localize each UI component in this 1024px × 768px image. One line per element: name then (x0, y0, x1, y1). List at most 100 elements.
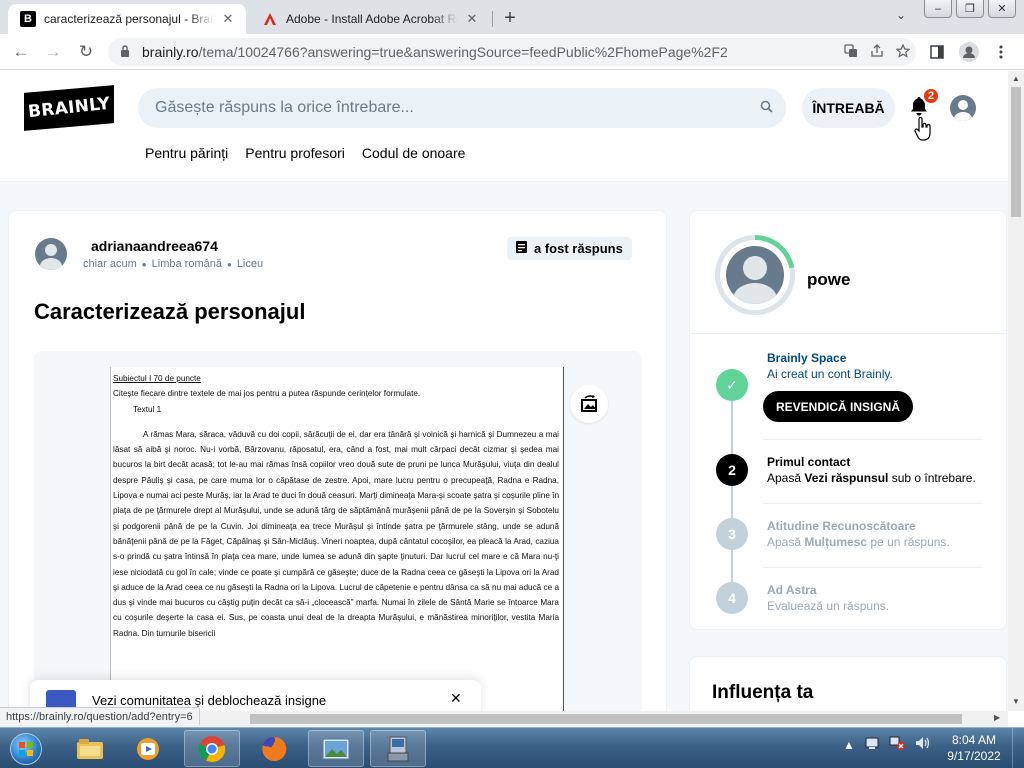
reload-button[interactable]: ↻ (75, 41, 97, 63)
profile-progress-ring (715, 235, 795, 315)
system-clock[interactable]: 8:04 AM 9/17/2022 (940, 732, 1008, 764)
profile-name[interactable]: powe (807, 270, 850, 290)
hand-cursor-icon (914, 116, 932, 147)
claim-badge-button[interactable]: REVENDICĂ INSIGNĂ (763, 391, 913, 422)
asker-username[interactable]: adrianaandreea674 (91, 238, 218, 254)
volume-icon[interactable] (915, 736, 931, 753)
step-title: Ad Astra (767, 583, 817, 597)
step-description: Apasă Vezi răspunsul sub o întrebare. (767, 471, 976, 485)
tray-app-icon[interactable] (865, 736, 879, 753)
toast-text[interactable]: Vezi comunitatea și deblochează insigne (92, 693, 326, 708)
question-level: Liceu (236, 258, 264, 270)
tab-title: Adobe - Install Adobe Acrobat Reader (286, 12, 458, 26)
meta-separator: ● (226, 259, 232, 269)
page-viewport: BRAINLY Găsește răspuns la orice întreba… (0, 71, 1008, 711)
tab-divider (492, 11, 493, 27)
answer-doc-icon (516, 241, 527, 256)
windows-taskbar: ▲ 8:04 AM 9/17/2022 (0, 727, 1024, 768)
desc-post: sub o întrebare. (888, 471, 976, 485)
window-controls: – ❐ ✕ (924, 0, 1016, 18)
step-title: Atitudine Recunoscătoare (767, 519, 916, 533)
scroll-right-arrow-icon[interactable]: ▶ (994, 713, 1000, 722)
asker-avatar[interactable] (35, 238, 67, 270)
side-panel-icon[interactable] (926, 41, 948, 63)
tab-close-icon[interactable]: ✕ (220, 11, 236, 27)
new-tab-button[interactable]: + (498, 6, 522, 30)
translate-icon[interactable] (838, 43, 864, 61)
logo-text: BRAINLY (26, 93, 111, 123)
adobe-favicon-icon (262, 11, 278, 27)
tab-brainly[interactable]: B caracterizează personajul - Brainly.ro… (8, 4, 246, 34)
step-description: Apasă Mulțumesc pe un răspuns. (767, 535, 950, 549)
step-number: 4 (716, 582, 748, 614)
search-bar[interactable]: Găsește răspuns la orice întrebare... (138, 88, 786, 128)
question-attachment[interactable]: Subiectul I 70 de puncte Citește fiecare… (34, 351, 642, 711)
brainly-logo[interactable]: BRAINLY (24, 85, 114, 131)
url-text[interactable]: brainly.ro/tema/10024766?answering=true&… (142, 44, 838, 60)
nav-link-parents[interactable]: Pentru părinți (145, 145, 228, 161)
toast-close-icon[interactable]: ✕ (450, 690, 462, 707)
desc-pre: Apasă (767, 535, 805, 549)
attachment-document: Subiectul I 70 de puncte Citește fiecare… (110, 367, 564, 711)
influence-title: Influența ta (712, 682, 814, 703)
tab-search-chevron-icon[interactable]: ⌄ (896, 8, 906, 22)
meta-separator: ● (141, 259, 147, 269)
nav-link-honor-code[interactable]: Codul de onoare (362, 145, 466, 161)
clock-time: 8:04 AM (951, 733, 997, 747)
chrome-taskbar-icon[interactable] (184, 730, 240, 767)
step-number: 2 (716, 454, 748, 486)
tab-adobe[interactable]: Adobe - Install Adobe Acrobat Reader ✕ (250, 4, 490, 34)
rotate-image-button[interactable] (570, 385, 608, 423)
brainly-favicon-icon: B (20, 11, 36, 27)
scroll-down-arrow-icon[interactable]: ▼ (1008, 697, 1024, 706)
card-divider (690, 333, 1008, 334)
notification-count-badge: 2 (922, 87, 940, 105)
firefox-icon[interactable] (246, 730, 302, 767)
back-button[interactable]: ← (10, 41, 32, 63)
step-title: Brainly Space (767, 351, 847, 365)
scrollbar-thumb[interactable] (250, 714, 962, 724)
share-icon[interactable] (864, 43, 890, 61)
url-host: brainly.ro (142, 44, 199, 60)
lock-icon[interactable] (120, 44, 134, 60)
browser-menu-icon[interactable] (990, 41, 1012, 63)
question-card: adrianaandreea674 chiar acum ● Limba rom… (8, 210, 667, 711)
system-tray: ▲ (843, 736, 931, 753)
media-player-icon[interactable] (120, 730, 176, 767)
header-divider (0, 181, 1008, 182)
doc-instruction: Citește fiecare dintre textele de mai jo… (113, 389, 421, 399)
scroll-up-arrow-icon[interactable]: ▲ (1008, 74, 1024, 83)
show-desktop-button[interactable] (1012, 728, 1024, 768)
step-divider (763, 503, 983, 504)
search-icon[interactable] (746, 100, 786, 117)
vertical-scrollbar[interactable]: ▲ ▼ (1008, 71, 1024, 711)
tray-expand-icon[interactable]: ▲ (843, 738, 855, 752)
forward-button[interactable]: → (42, 41, 64, 63)
search-input[interactable]: Găsește răspuns la orice întrebare... (138, 99, 746, 117)
network-warning-icon[interactable] (889, 736, 905, 753)
step-divider (763, 567, 983, 568)
doc-body: A rămas Mara, săraca, văduvă cu doi copi… (113, 429, 559, 638)
file-explorer-icon[interactable] (62, 730, 118, 767)
address-bar[interactable]: brainly.ro/tema/10024766?answering=true&… (108, 38, 916, 66)
nav-link-teachers[interactable]: Pentru profesori (245, 145, 345, 161)
ask-question-button[interactable]: ÎNTREABĂ (802, 88, 895, 128)
close-window-button[interactable]: ✕ (988, 0, 1016, 18)
start-button[interactable] (3, 730, 49, 767)
photo-viewer-icon[interactable] (308, 730, 364, 767)
bookmark-star-icon[interactable] (890, 43, 916, 61)
profile-avatar[interactable] (726, 246, 784, 304)
restore-button[interactable]: ❐ (956, 0, 984, 18)
minimize-button[interactable]: – (924, 0, 952, 18)
tab-title: caracterizează personajul - Brainly.ro (44, 12, 214, 26)
question-subject[interactable]: Limba română (152, 258, 222, 270)
profile-icon[interactable] (958, 41, 980, 63)
installer-icon[interactable] (370, 730, 426, 767)
doc-heading: Subiectul I 70 de puncte (113, 374, 201, 383)
tab-close-icon[interactable]: ✕ (464, 11, 480, 27)
scrollbar-thumb[interactable] (1011, 87, 1021, 217)
secondary-nav: Pentru părinți Pentru profesori Codul de… (145, 145, 465, 161)
doc-text-label: Textul 1 (133, 404, 162, 414)
answered-label: a fost răspuns (534, 241, 623, 256)
user-avatar[interactable] (950, 95, 976, 121)
